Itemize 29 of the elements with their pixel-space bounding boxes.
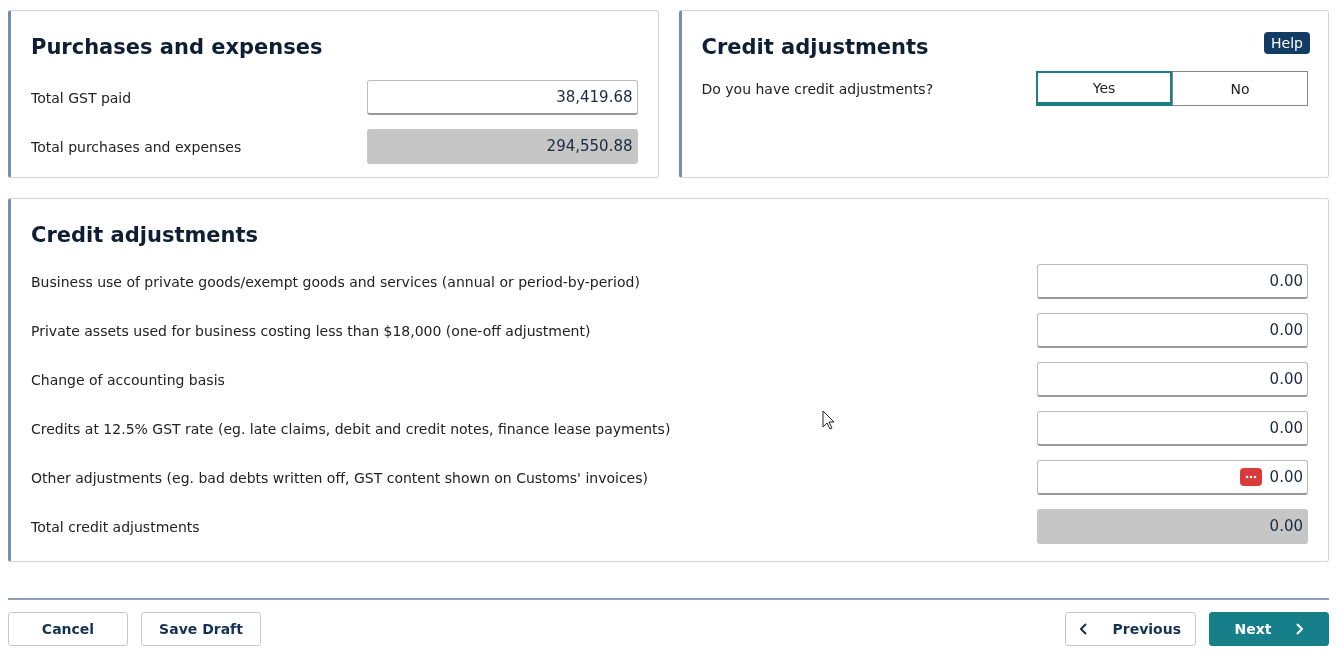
- amount-field[interactable]: 0.00: [1037, 313, 1308, 348]
- section-title: Credit adjustments: [701, 34, 929, 61]
- question-label: Do you have credit adjustments?: [701, 80, 934, 97]
- password-manager-icon[interactable]: [1240, 468, 1262, 486]
- field-label: Total purchases and expenses: [31, 138, 242, 155]
- section-title: Purchases and expenses: [31, 34, 323, 61]
- amount-field[interactable]: 0.00: [1037, 460, 1308, 495]
- field-label: Business use of private goods/exempt goods and services (annual or period-by-period): [31, 273, 640, 290]
- chevron-left-icon: [1080, 623, 1089, 635]
- amount-field[interactable]: 38,419.68: [366, 80, 638, 115]
- previous-button[interactable]: Previous: [1065, 612, 1196, 646]
- pointer-icon: [822, 410, 835, 430]
- field-label: Total GST paid: [31, 89, 132, 106]
- field-label: Other adjustments (eg. bad debts written off, GST content shown on Customs' invoices): [31, 469, 648, 486]
- footer-button[interactable]: Cancel: [8, 612, 128, 646]
- next-button[interactable]: Next: [1209, 612, 1329, 646]
- amount-field[interactable]: 0.00: [1037, 411, 1308, 446]
- amount-field[interactable]: 0.00: [1037, 362, 1308, 397]
- field-label: Credits at 12.5% GST rate (eg. late claims, debit and credit notes, finance lease payments): [31, 420, 671, 437]
- option-button[interactable]: Yes: [1036, 71, 1172, 106]
- section-title: Credit adjustments: [31, 222, 259, 249]
- field-label: Change of accounting basis: [31, 371, 225, 388]
- chevron-right-icon: [1295, 623, 1304, 635]
- amount-field[interactable]: 0.00: [1037, 264, 1308, 299]
- field-label: Private assets used for business costing less than $18,000 (one-off adjustment): [31, 322, 591, 339]
- option-button[interactable]: No: [1172, 71, 1308, 106]
- help-button[interactable]: Help: [1264, 32, 1310, 54]
- field-label: Total credit adjustments: [31, 518, 200, 535]
- footer-button[interactable]: Save Draft: [141, 612, 261, 646]
